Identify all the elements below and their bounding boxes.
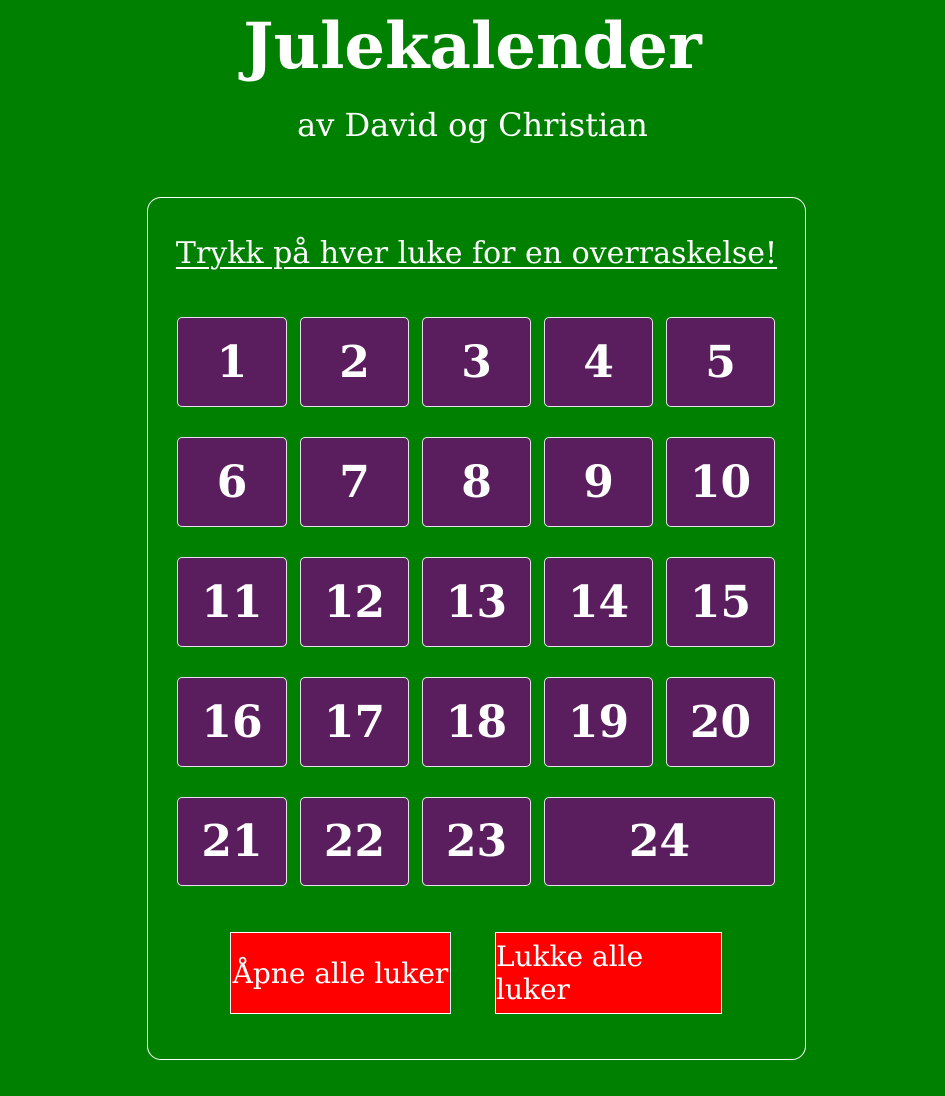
door-10[interactable]: 10 [666,437,775,527]
door-3[interactable]: 3 [422,317,531,407]
door-16[interactable]: 16 [177,677,287,767]
door-7[interactable]: 7 [300,437,409,527]
door-12[interactable]: 12 [300,557,409,647]
open-all-button[interactable]: Åpne alle luker [230,932,451,1014]
door-18[interactable]: 18 [422,677,531,767]
door-1[interactable]: 1 [177,317,287,407]
door-17[interactable]: 17 [300,677,409,767]
door-23[interactable]: 23 [422,797,531,886]
door-2[interactable]: 2 [300,317,409,407]
door-21[interactable]: 21 [177,797,287,886]
door-14[interactable]: 14 [544,557,653,647]
instruction-text: Trykk på hver luke for en overraskelse! [175,236,778,271]
door-15[interactable]: 15 [666,557,775,647]
door-8[interactable]: 8 [422,437,531,527]
door-19[interactable]: 19 [544,677,653,767]
close-all-button[interactable]: Lukke alle luker [495,932,722,1014]
door-4[interactable]: 4 [544,317,653,407]
door-6[interactable]: 6 [177,437,287,527]
calendar-panel: Trykk på hver luke for en overraskelse! … [147,197,806,1060]
door-24[interactable]: 24 [544,797,775,886]
door-5[interactable]: 5 [666,317,775,407]
door-9[interactable]: 9 [544,437,653,527]
page-title: Julekalender [243,9,702,84]
door-20[interactable]: 20 [666,677,775,767]
door-13[interactable]: 13 [422,557,531,647]
page-subtitle: av David og Christian [297,106,648,144]
door-22[interactable]: 22 [300,797,409,886]
door-11[interactable]: 11 [177,557,287,647]
